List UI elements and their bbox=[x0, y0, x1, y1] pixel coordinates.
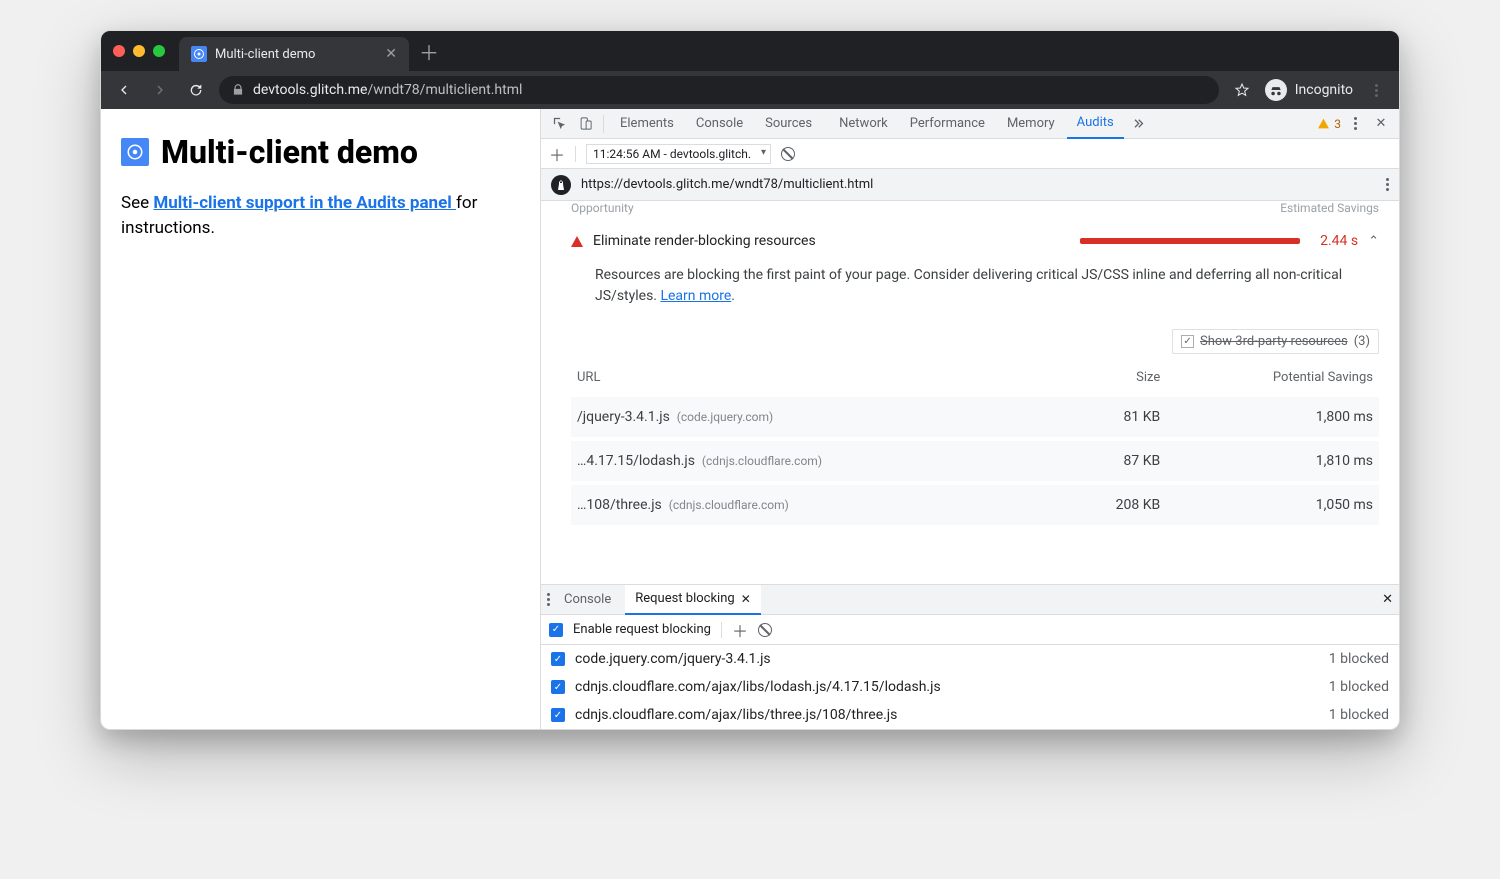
checkbox-icon[interactable]: ✓ bbox=[1181, 335, 1194, 348]
tab-title: Multi-client demo bbox=[215, 47, 315, 62]
drawer-tab-console[interactable]: Console bbox=[554, 585, 621, 615]
tab-network[interactable]: Network bbox=[824, 109, 898, 139]
devtools-tabstrip: Elements Console Sources Network Perform… bbox=[541, 109, 1399, 139]
minimize-window-button[interactable] bbox=[133, 45, 145, 57]
browser-window: Multi-client demo ✕ ＋ devtools.glitch.me… bbox=[100, 30, 1400, 730]
tab-console[interactable]: Console bbox=[686, 109, 753, 139]
tab-audits[interactable]: Audits bbox=[1067, 109, 1124, 139]
learn-more-link[interactable]: Learn more bbox=[660, 288, 731, 304]
titlebar: Multi-client demo ✕ ＋ bbox=[101, 31, 1399, 71]
table-row[interactable]: …4.17.15/lodash.js (cdnjs.cloudflare.com… bbox=[571, 439, 1379, 483]
devtools-drawer: Console Request blocking✕ ✕ ✓ Enable req… bbox=[541, 584, 1399, 729]
enable-blocking-label: Enable request blocking bbox=[573, 622, 711, 637]
page-heading-text: Multi-client demo bbox=[161, 133, 418, 171]
blocking-toolbar: ✓ Enable request blocking ＋ bbox=[541, 615, 1399, 645]
enable-blocking-checkbox[interactable]: ✓ bbox=[549, 623, 563, 637]
audit-url: https://devtools.glitch.me/wndt78/multic… bbox=[581, 177, 1376, 192]
tab-memory[interactable]: Memory bbox=[997, 109, 1065, 139]
favicon-icon bbox=[191, 46, 207, 62]
opportunity-title: Eliminate render-blocking resources bbox=[593, 233, 816, 249]
pattern-checkbox[interactable]: ✓ bbox=[551, 652, 565, 666]
back-button[interactable] bbox=[111, 77, 137, 103]
inspect-element-icon[interactable] bbox=[547, 112, 571, 136]
reload-button[interactable] bbox=[183, 77, 209, 103]
audit-url-bar: https://devtools.glitch.me/wndt78/multic… bbox=[541, 169, 1399, 201]
url-host: devtools.glitch.me bbox=[253, 82, 367, 98]
audit-menu-icon[interactable] bbox=[1386, 178, 1389, 191]
devtools-panel: Elements Console Sources Network Perform… bbox=[541, 109, 1399, 729]
col-savings: Potential Savings bbox=[1166, 362, 1379, 395]
url-path: /wndt78/multiclient.html bbox=[367, 82, 522, 98]
more-tabs-icon[interactable] bbox=[1126, 112, 1150, 136]
page-heading-icon bbox=[121, 138, 149, 166]
list-item[interactable]: ✓ cdnjs.cloudflare.com/ajax/libs/three.j… bbox=[541, 701, 1399, 729]
page-text-before: See bbox=[121, 193, 153, 213]
tab-performance[interactable]: Performance bbox=[900, 109, 995, 139]
pattern-checkbox[interactable]: ✓ bbox=[551, 708, 565, 722]
blocking-list: ✓ code.jquery.com/jquery-3.4.1.js 1 bloc… bbox=[541, 645, 1399, 729]
drawer-close-icon[interactable]: ✕ bbox=[1382, 592, 1393, 607]
incognito-label: Incognito bbox=[1295, 82, 1353, 98]
col-url: URL bbox=[571, 362, 1059, 395]
list-item[interactable]: ✓ code.jquery.com/jquery-3.4.1.js 1 bloc… bbox=[541, 645, 1399, 673]
drawer-menu-icon[interactable] bbox=[547, 593, 550, 606]
table-row[interactable]: /jquery-3.4.1.js (code.jquery.com) 81 KB… bbox=[571, 395, 1379, 439]
tab-sources[interactable]: Sources bbox=[755, 109, 822, 139]
lock-icon bbox=[231, 83, 245, 97]
table-row[interactable]: …108/three.js (cdnjs.cloudflare.com) 208… bbox=[571, 483, 1379, 525]
address-bar: devtools.glitch.me/wndt78/multiclient.ht… bbox=[101, 71, 1399, 109]
warnings-badge[interactable]: 3 bbox=[1317, 117, 1341, 131]
list-item[interactable]: ✓ cdnjs.cloudflare.com/ajax/libs/lodash.… bbox=[541, 673, 1399, 701]
opportunity-row[interactable]: Eliminate render-blocking resources 2.44… bbox=[571, 227, 1379, 255]
page-heading: Multi-client demo bbox=[121, 133, 520, 171]
drawer-tab-request-blocking[interactable]: Request blocking✕ bbox=[625, 585, 761, 615]
clear-patterns-icon[interactable] bbox=[758, 623, 772, 637]
close-icon[interactable]: ✕ bbox=[741, 592, 751, 606]
browser-tab[interactable]: Multi-client demo ✕ bbox=[179, 37, 409, 71]
maximize-window-button[interactable] bbox=[153, 45, 165, 57]
close-tab-icon[interactable]: ✕ bbox=[385, 46, 397, 62]
instructions-link[interactable]: Multi-client support in the Audits panel bbox=[153, 193, 456, 213]
incognito-indicator: Incognito bbox=[1265, 79, 1353, 101]
url-input[interactable]: devtools.glitch.me/wndt78/multiclient.ht… bbox=[219, 76, 1219, 104]
new-audit-button[interactable]: ＋ bbox=[549, 142, 565, 166]
lighthouse-icon bbox=[551, 175, 571, 195]
clear-audit-icon[interactable] bbox=[781, 147, 795, 161]
devtools-close-icon[interactable]: ✕ bbox=[1369, 112, 1393, 136]
fail-icon bbox=[571, 236, 583, 247]
devtools-menu-icon[interactable] bbox=[1343, 112, 1367, 136]
chevron-up-icon[interactable]: ⌃ bbox=[1368, 234, 1379, 249]
new-tab-button[interactable]: ＋ bbox=[419, 37, 439, 66]
audit-body[interactable]: Opportunity Estimated Savings Eliminate … bbox=[541, 201, 1399, 584]
opportunity-description: Resources are blocking the first paint o… bbox=[571, 255, 1379, 321]
page-paragraph: See Multi-client support in the Audits p… bbox=[121, 191, 520, 240]
bookmark-button[interactable] bbox=[1229, 77, 1255, 103]
opportunity-bar bbox=[826, 238, 1300, 244]
opportunity-header: Opportunity Estimated Savings bbox=[571, 201, 1379, 223]
forward-button[interactable] bbox=[147, 77, 173, 103]
audit-run-select[interactable]: 11:24:56 AM - devtools.glitch. bbox=[586, 144, 771, 164]
resources-table: URL Size Potential Savings /jquery-3.4.1… bbox=[571, 362, 1379, 525]
device-toggle-icon[interactable] bbox=[573, 112, 597, 136]
add-pattern-button[interactable]: ＋ bbox=[732, 618, 748, 642]
traffic-lights bbox=[113, 45, 165, 57]
audits-toolbar: ＋ 11:24:56 AM - devtools.glitch. bbox=[541, 139, 1399, 169]
browser-menu-icon[interactable] bbox=[1363, 77, 1389, 103]
pattern-checkbox[interactable]: ✓ bbox=[551, 680, 565, 694]
col-size: Size bbox=[1059, 362, 1166, 395]
third-party-toggle[interactable]: ✓ Show 3rd-party resources (3) bbox=[1172, 329, 1379, 354]
incognito-icon bbox=[1265, 79, 1287, 101]
tab-elements[interactable]: Elements bbox=[610, 109, 684, 139]
opportunity-value: 2.44 s bbox=[1310, 233, 1358, 249]
page-content: Multi-client demo See Multi-client suppo… bbox=[101, 109, 541, 729]
close-window-button[interactable] bbox=[113, 45, 125, 57]
drawer-tabstrip: Console Request blocking✕ ✕ bbox=[541, 585, 1399, 615]
